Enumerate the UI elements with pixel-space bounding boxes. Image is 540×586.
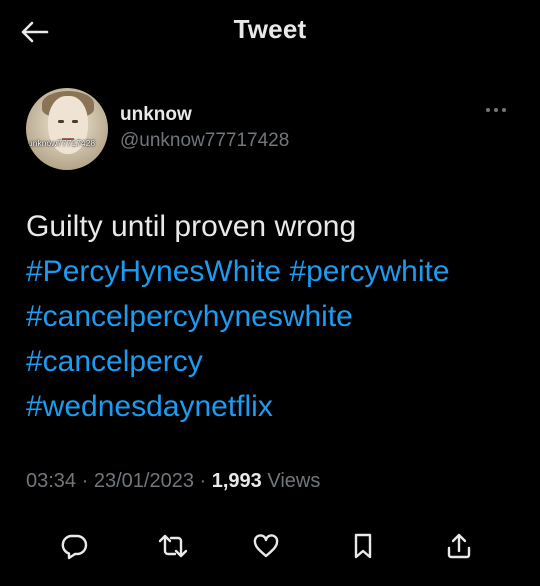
display-name[interactable]: unknow <box>120 104 192 126</box>
tweet-line: #wednesdaynetflix <box>26 384 526 429</box>
views-count: 1,993 <box>211 470 262 492</box>
retweet-button[interactable] <box>153 526 193 566</box>
more-options-button[interactable] <box>482 102 510 118</box>
tweet-text-segment: Guilty until proven wrong <box>26 210 357 243</box>
hashtag-link[interactable]: #wednesdaynetflix <box>26 390 273 423</box>
bookmark-button[interactable] <box>343 526 383 566</box>
avatar-eye-left <box>58 120 64 123</box>
heart-icon <box>253 534 279 558</box>
tweet-meta: 03:34 · 23/01/2023 · 1,993 Views <box>26 470 320 493</box>
tweet-author: unknow77717428 unknow @unknow77717428 <box>26 88 526 172</box>
avatar-watermark: unknow77717428 <box>28 138 96 148</box>
tweet-line: #PercyHynesWhite #percywhite <box>26 249 526 294</box>
hashtag-link[interactable]: #cancelpercy <box>26 345 203 378</box>
retweet-icon <box>158 534 188 558</box>
tweet-line: Guilty until proven wrong <box>26 204 526 249</box>
tweet-text: Guilty until proven wrong #PercyHynesWhit… <box>26 204 526 429</box>
like-button[interactable] <box>246 526 286 566</box>
tweet-actions <box>0 518 540 570</box>
meta-separator: · <box>193 470 212 492</box>
page-title: Tweet <box>233 14 307 44</box>
avatar-eye-right <box>72 120 78 123</box>
ellipsis-icon <box>486 108 506 112</box>
hashtag-link[interactable]: #percywhite <box>289 255 449 288</box>
top-bar: Tweet <box>0 0 540 64</box>
reply-button[interactable] <box>54 526 94 566</box>
views-label: Views <box>267 470 321 492</box>
share-button[interactable] <box>439 526 479 566</box>
tweet-line: #cancelpercy <box>26 339 526 384</box>
tweet-line: #cancelpercyhyneswhite <box>26 294 526 339</box>
bookmark-icon <box>354 533 372 559</box>
tweet-time[interactable]: 03:34 <box>26 470 76 492</box>
avatar[interactable]: unknow77717428 <box>26 88 108 170</box>
hashtag-link[interactable]: #cancelpercyhyneswhite <box>26 300 353 333</box>
reply-icon <box>61 534 88 560</box>
meta-separator: · <box>76 470 94 492</box>
share-icon <box>447 533 471 559</box>
hashtag-link[interactable]: #PercyHynesWhite <box>26 255 281 288</box>
tweet-date[interactable]: 23/01/2023 <box>94 470 194 492</box>
divider <box>26 512 514 513</box>
user-handle[interactable]: @unknow77717428 <box>120 130 289 152</box>
